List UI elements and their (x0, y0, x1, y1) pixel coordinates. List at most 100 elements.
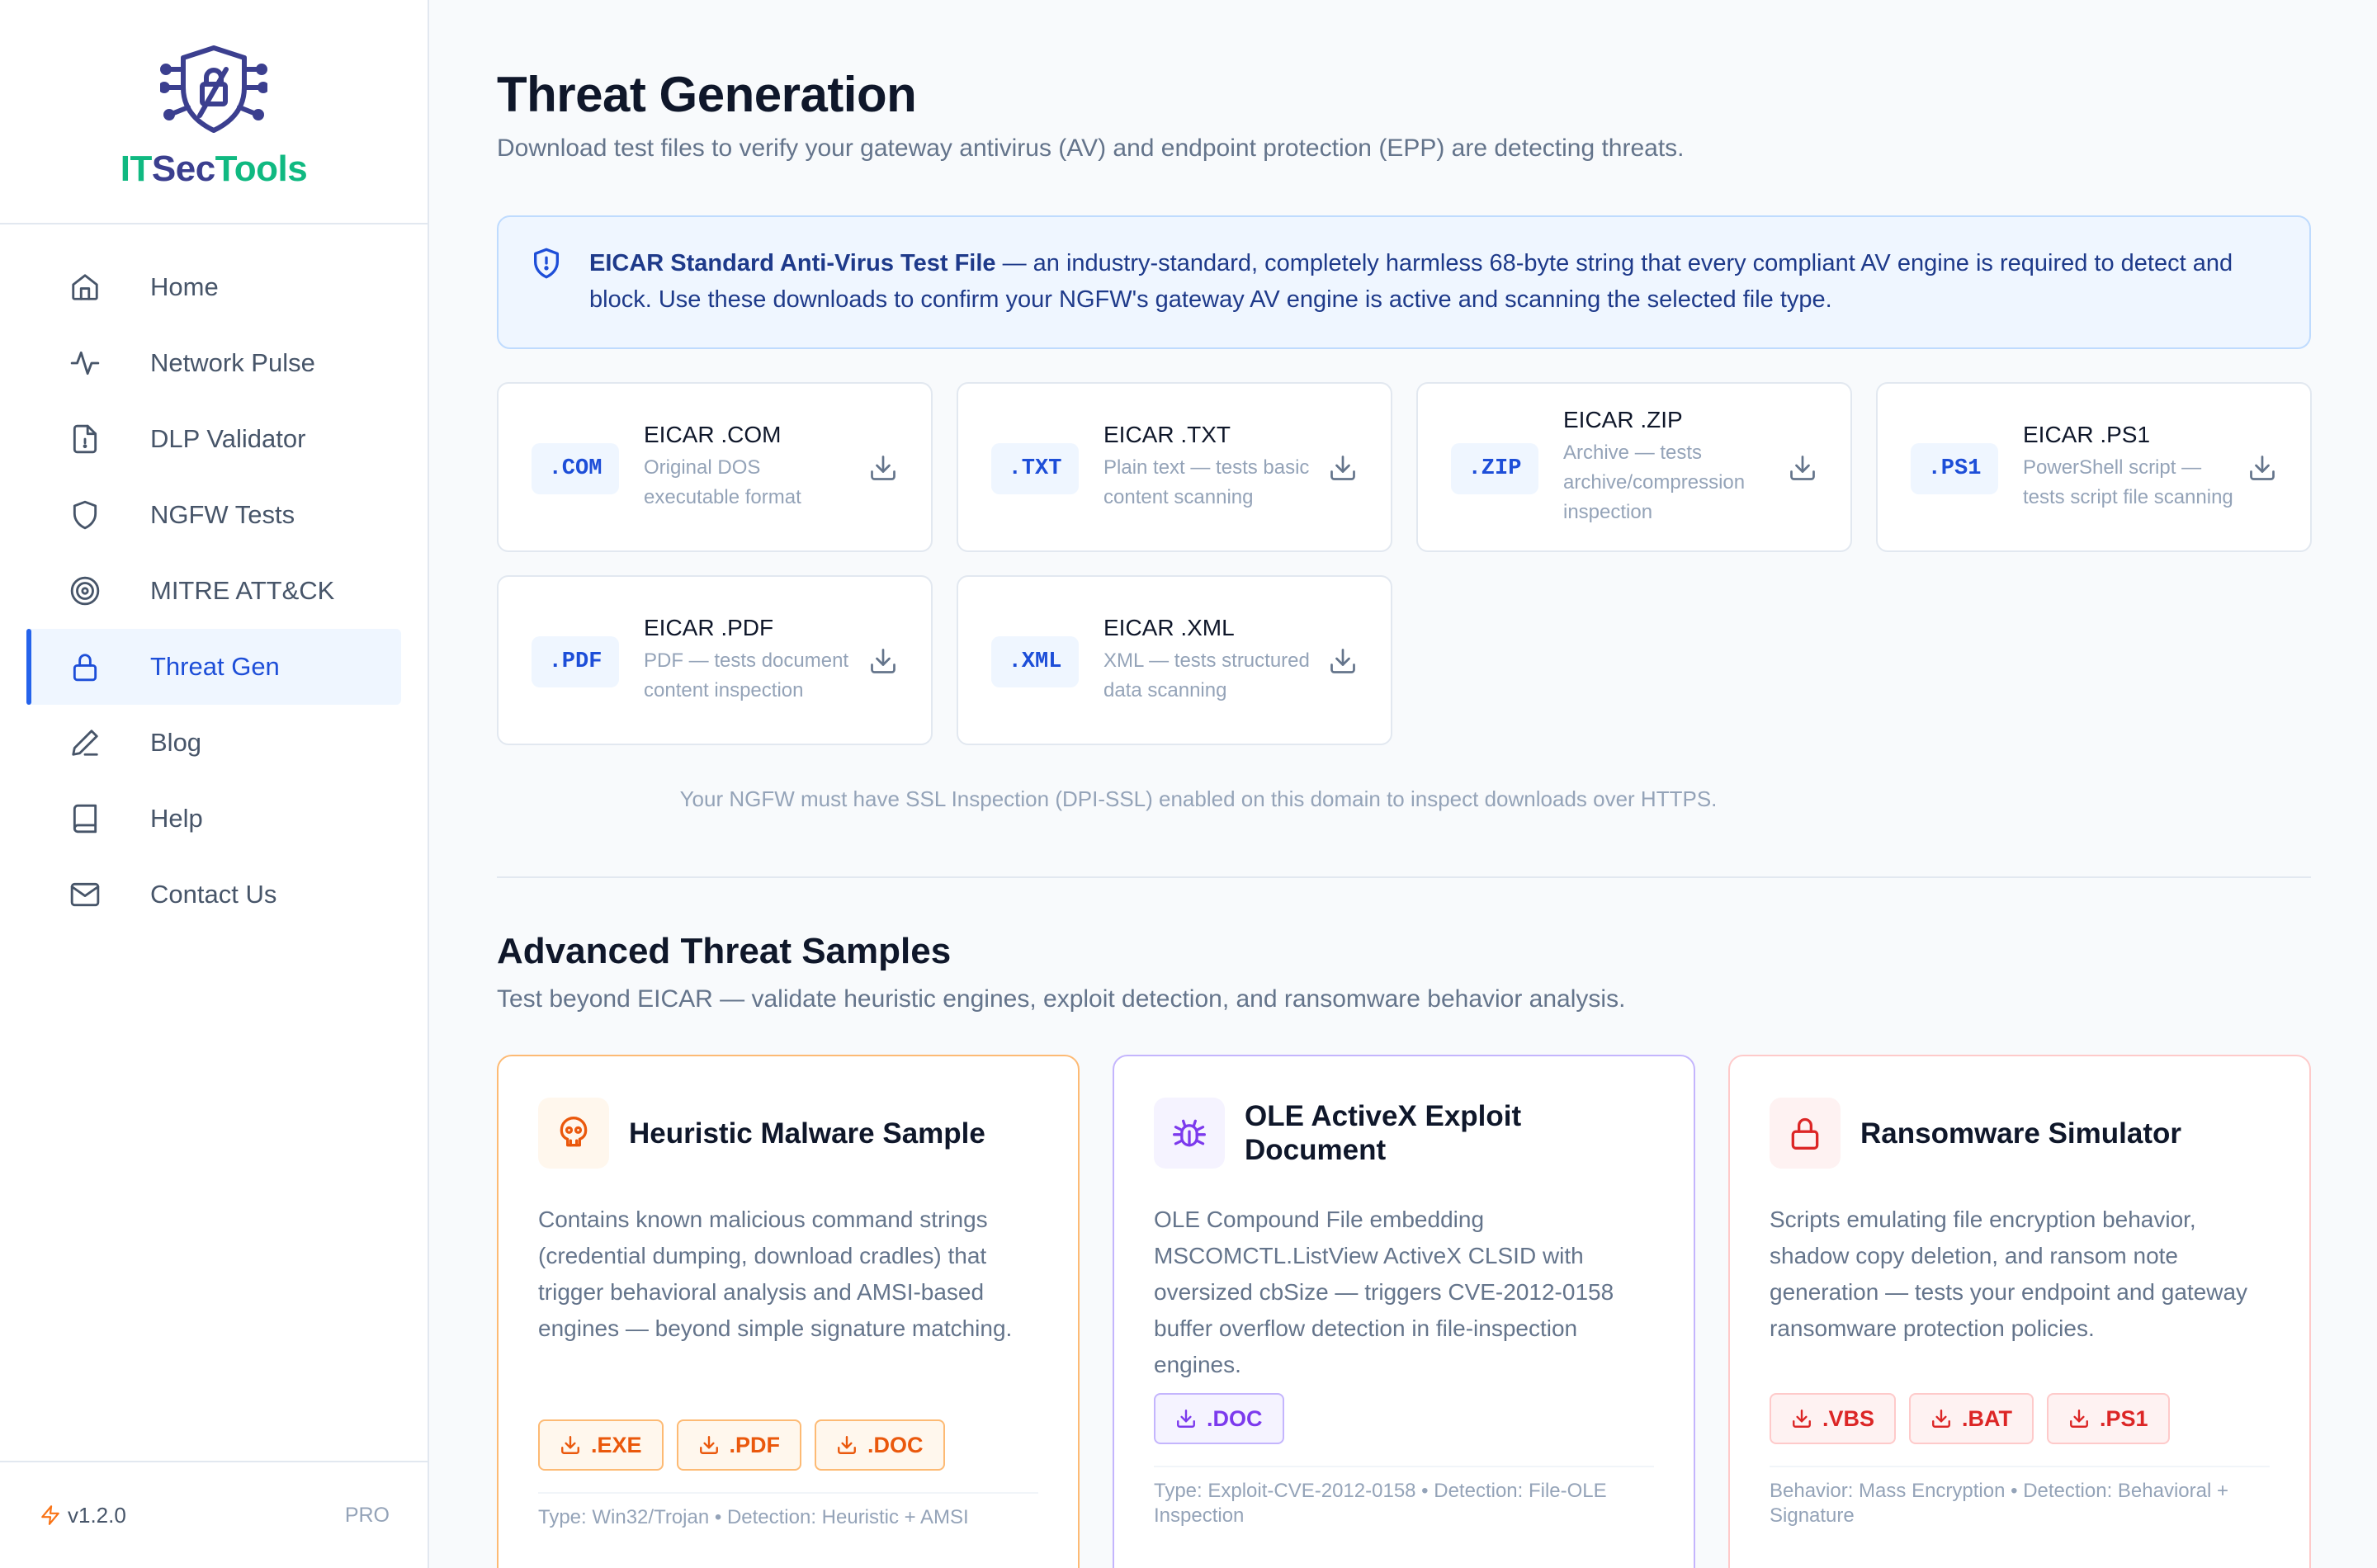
eicar-file-card[interactable]: .PDF EICAR .PDF PDF — tests document cont… (497, 575, 933, 745)
download-icon[interactable] (1328, 453, 1358, 483)
file-title: EICAR .XML (1103, 615, 1235, 640)
sidebar-item-label: Blog (150, 728, 202, 757)
section-subtitle: Test beyond EICAR — validate heuristic e… (497, 985, 1626, 1013)
shield-logo-icon (160, 45, 267, 133)
sidebar-item-label: NGFW Tests (150, 500, 295, 529)
download-icon (2070, 1410, 2088, 1428)
button-label: .PDF (729, 1432, 781, 1457)
section-title: Advanced Threat Samples (497, 931, 952, 971)
threat-card-meta: Type: Exploit-CVE-2012-0158 • Detection:… (1154, 1466, 1654, 1528)
threat-card-meta: Behavior: Mass Encryption • Detection: B… (1770, 1466, 2270, 1528)
file-type-badge: .PDF (532, 636, 619, 687)
home-icon (72, 274, 98, 300)
page-title: Threat Generation (497, 67, 917, 122)
section-divider (497, 876, 2311, 878)
download-icon (1932, 1410, 1950, 1428)
ssl-inspection-note: Your NGFW must have SSL Inspection (DPI-… (679, 786, 1718, 811)
file-title: EICAR .ZIP (1563, 407, 1683, 432)
button-label: .DOC (867, 1432, 924, 1457)
threat-card-ransomware: Ransomware Simulator Scripts emulating f… (1728, 1055, 2311, 1568)
file-title: EICAR .TXT (1103, 422, 1231, 447)
download-icon (838, 1436, 856, 1454)
button-label: .DOC (1207, 1405, 1263, 1431)
sidebar-item-mitre-attack[interactable]: MITRE ATT&CK (26, 553, 401, 629)
sidebar-item-dlp-validator[interactable]: DLP Validator (26, 401, 401, 477)
eicar-file-card[interactable]: .XML EICAR .XML XML — tests structured da… (957, 575, 1392, 745)
file-title: EICAR .PS1 (2023, 422, 2151, 447)
threat-card-heuristic: Heuristic Malware Sample Contains known … (497, 1055, 1080, 1568)
brand-name-part-tools: Tools (215, 149, 308, 189)
sidebar-item-home[interactable]: Home (26, 249, 401, 325)
sidebar: ITSecTools Home Network Pulse DLP Valida… (0, 0, 429, 1568)
download-bat-button[interactable]: .BAT (1909, 1393, 2034, 1444)
file-icon (73, 424, 97, 454)
version-label: v1.2.0 (68, 1502, 126, 1528)
threat-card-meta: Type: Win32/Trojan • Detection: Heuristi… (538, 1492, 1038, 1530)
brand-name: ITSecTools (120, 149, 308, 190)
sidebar-item-blog[interactable]: Blog (26, 705, 401, 781)
activity-icon (70, 351, 100, 375)
download-doc-button[interactable]: .DOC (1154, 1393, 1284, 1444)
threat-card-title: Heuristic Malware Sample (629, 1117, 985, 1150)
download-pdf-button[interactable]: .PDF (676, 1419, 802, 1471)
file-type-badge: .XML (991, 636, 1079, 687)
file-description: PDF — tests document content inspection (644, 649, 849, 701)
file-description: PowerShell script — tests script file sc… (2023, 456, 2233, 508)
file-description: Original DOS executable format (644, 456, 801, 508)
threat-card-title: OLE ActiveX Exploit Document (1245, 1100, 1522, 1166)
file-title: EICAR .PDF (644, 615, 774, 640)
eicar-info-box: EICAR Standard Anti-Virus Test File — an… (497, 215, 2311, 349)
download-icon (1793, 1410, 1811, 1428)
lock-icon (1770, 1098, 1841, 1169)
download-icon[interactable] (1788, 453, 1817, 483)
sidebar-nav: Home Network Pulse DLP Validator NGFW Te… (26, 249, 401, 933)
file-description: Archive — tests archive/compression insp… (1563, 442, 1746, 523)
brand-logo[interactable]: ITSecTools (0, 0, 428, 224)
download-icon (561, 1436, 579, 1454)
download-icon[interactable] (1328, 646, 1358, 676)
advanced-samples-grid: Heuristic Malware Sample Contains known … (497, 1055, 2311, 1568)
book-icon (73, 804, 97, 834)
sidebar-item-contact-us[interactable]: Contact Us (26, 857, 401, 933)
button-label: .VBS (1822, 1405, 1875, 1431)
sidebar-item-label: MITRE ATT&CK (150, 576, 335, 605)
sidebar-item-label: Home (150, 272, 219, 301)
threat-card-title: Ransomware Simulator (1860, 1117, 2181, 1150)
threat-card-description: Scripts emulating file encryption behavi… (1770, 1207, 2248, 1341)
bug-icon (1154, 1098, 1225, 1169)
shield-icon (73, 500, 97, 530)
download-vbs-button[interactable]: .VBS (1770, 1393, 1897, 1444)
download-icon[interactable] (868, 646, 898, 676)
sidebar-item-ngfw-tests[interactable]: NGFW Tests (26, 477, 401, 553)
file-title: EICAR .COM (644, 422, 782, 447)
eicar-file-card[interactable]: .TXT EICAR .TXT Plain text — tests basic … (957, 382, 1392, 552)
download-icon[interactable] (2247, 453, 2277, 483)
brand-name-part-it: IT (120, 149, 153, 189)
download-doc-button[interactable]: .DOC (815, 1419, 945, 1471)
sidebar-item-threat-gen[interactable]: Threat Gen (26, 629, 401, 705)
lock-icon (73, 654, 97, 682)
button-label: .BAT (1962, 1405, 2013, 1431)
button-label: .EXE (591, 1432, 642, 1457)
eicar-file-card[interactable]: .COM EICAR .COM Original DOS executable f… (497, 382, 933, 552)
sidebar-item-network-pulse[interactable]: Network Pulse (26, 325, 401, 401)
download-ps1-button[interactable]: .PS1 (2047, 1393, 2170, 1444)
sidebar-item-label: Contact Us (150, 880, 277, 909)
file-description: XML — tests structured data scanning (1103, 649, 1310, 701)
download-icon (699, 1436, 718, 1454)
tier-label: PRO (344, 1503, 390, 1527)
file-type-badge: .COM (532, 443, 619, 494)
file-description: Plain text — tests basic content scannin… (1103, 456, 1310, 508)
sidebar-item-label: Network Pulse (150, 348, 315, 377)
eicar-file-card[interactable]: .PS1 EICAR .PS1 PowerShell script — tests… (1876, 382, 2312, 552)
eicar-file-card[interactable]: .ZIP EICAR .ZIP Archive — tests archive/c… (1416, 382, 1852, 552)
sidebar-item-help[interactable]: Help (26, 781, 401, 857)
download-exe-button[interactable]: .EXE (538, 1419, 664, 1471)
skull-icon (538, 1098, 609, 1169)
sidebar-footer: v1.2.0 PRO (0, 1461, 429, 1568)
download-icon[interactable] (868, 453, 898, 483)
lightning-icon (41, 1505, 59, 1525)
button-label: .PS1 (2100, 1405, 2148, 1431)
download-icon (1177, 1410, 1195, 1428)
target-icon (70, 576, 100, 606)
